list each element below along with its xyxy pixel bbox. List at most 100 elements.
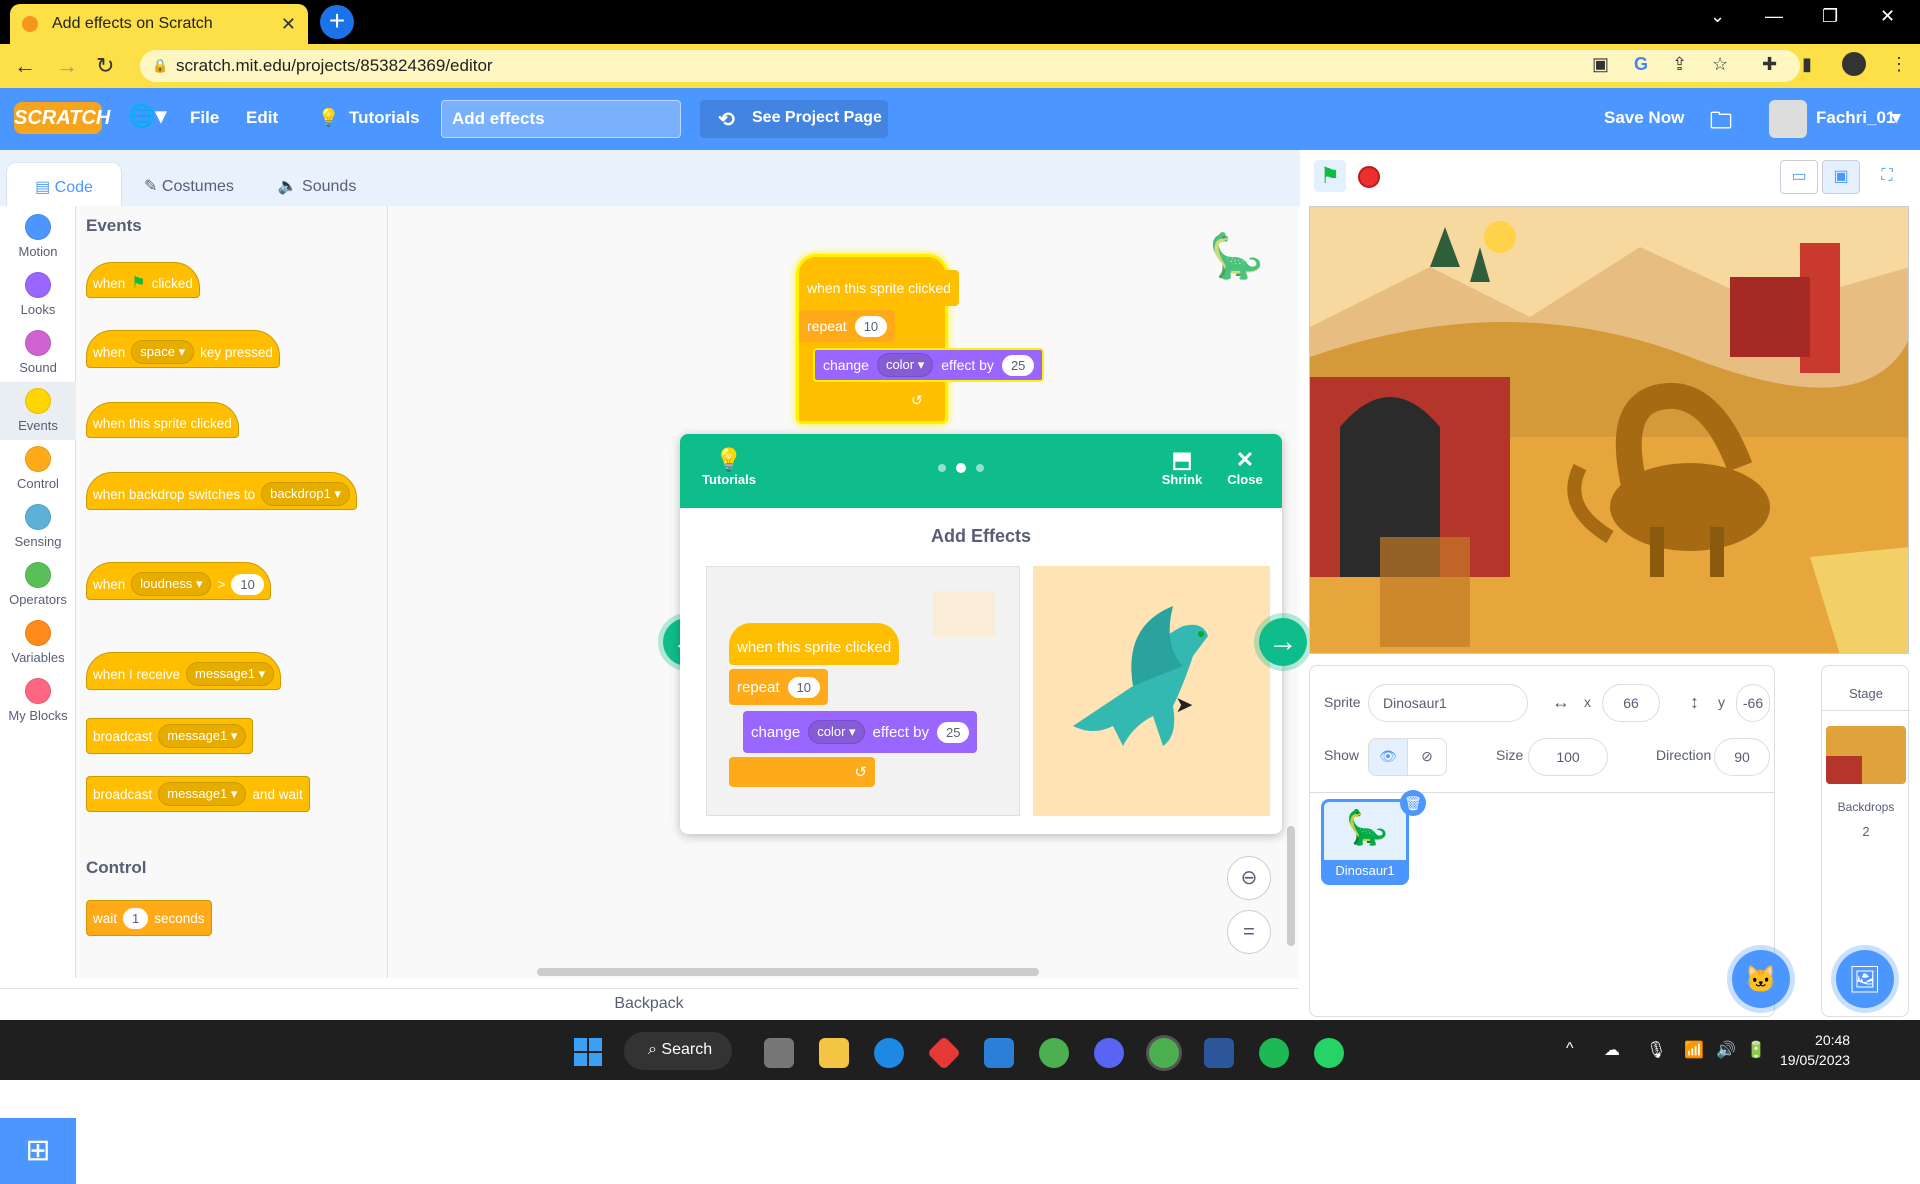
stage-canvas[interactable] <box>1309 206 1909 654</box>
category-sound[interactable]: Sound <box>0 330 76 375</box>
bookmark-star-icon[interactable]: ☆ <box>1712 54 1728 75</box>
chrome-icon[interactable] <box>1039 1038 1069 1068</box>
username-menu[interactable]: Fachri_01 <box>1816 108 1895 128</box>
shrink-button[interactable]: ⬒ Shrink <box>1154 448 1210 488</box>
file-explorer-icon[interactable] <box>819 1038 849 1068</box>
spotify-icon[interactable] <box>1259 1038 1289 1068</box>
script-repeat-block[interactable]: repeat 10 <box>799 310 896 342</box>
category-variables[interactable]: Variables <box>0 620 76 665</box>
sidepanel-icon[interactable]: ▮ <box>1802 54 1812 75</box>
when-key-pressed-block[interactable]: when space ▾ key pressed <box>86 330 280 368</box>
tutorials-button[interactable]: 💡 Tutorials <box>694 448 764 488</box>
delete-sprite-button[interactable]: 🗑 <box>1400 790 1426 816</box>
whatsapp-icon[interactable] <box>1314 1038 1344 1068</box>
tray-chevron-icon[interactable]: ^ <box>1566 1040 1574 1058</box>
green-flag-button[interactable]: ⚑ <box>1314 160 1346 192</box>
word-icon[interactable] <box>1204 1038 1234 1068</box>
broadcast-and-wait-block[interactable]: broadcast message1 ▾ and wait <box>86 776 310 812</box>
message-dropdown[interactable]: message1 ▾ <box>186 662 275 686</box>
tab-sounds[interactable]: 🔈 Sounds <box>256 162 378 206</box>
category-operators[interactable]: Operators <box>0 562 76 607</box>
url-field[interactable]: 🔒 scratch.mit.edu/projects/853824369/edi… <box>140 50 1800 82</box>
cast-icon[interactable]: ▣ <box>1592 54 1609 75</box>
script-hat-block[interactable]: when this sprite clicked <box>799 270 959 306</box>
volume-icon[interactable]: 🔊 <box>1716 1040 1736 1060</box>
show-visible-button[interactable]: 👁 <box>1368 738 1408 776</box>
add-extension-button[interactable]: ⊞ <box>0 1118 76 1184</box>
scratch-logo[interactable]: SCRATCH <box>14 102 110 134</box>
workspace-hscroll[interactable] <box>537 968 1039 976</box>
tutorial-next-arrow-button[interactable]: → <box>1254 613 1312 671</box>
chrome-active-icon[interactable] <box>1149 1038 1179 1068</box>
language-globe-icon[interactable]: 🌐▾ <box>128 103 166 129</box>
wait-number-input[interactable]: 1 <box>123 907 149 929</box>
battery-icon[interactable]: 🔋 <box>1746 1040 1766 1060</box>
tab-costumes[interactable]: ✎ Costumes <box>124 162 254 206</box>
category-my-blocks[interactable]: My Blocks <box>0 678 76 723</box>
y-input[interactable]: -66 <box>1736 684 1770 722</box>
show-hidden-button[interactable]: ⊘ <box>1407 738 1447 776</box>
task-view-icon[interactable] <box>764 1038 794 1068</box>
category-motion[interactable]: Motion <box>0 214 76 259</box>
fullscreen-button[interactable]: ⛶ <box>1868 160 1906 194</box>
repeat-number-input[interactable]: 10 <box>854 315 888 337</box>
category-looks[interactable]: Looks <box>0 272 76 317</box>
user-avatar[interactable] <box>1769 100 1807 138</box>
workspace-vscroll[interactable] <box>1287 826 1295 946</box>
microphone-icon[interactable]: 🎙 <box>1646 1040 1666 1060</box>
wifi-icon[interactable]: 📶 <box>1684 1040 1704 1060</box>
restore-icon[interactable]: ❐ <box>1822 6 1838 27</box>
window-close-icon[interactable]: ✕ <box>1880 6 1895 27</box>
tab-search-icon[interactable]: ⌄ <box>1710 6 1725 27</box>
size-input[interactable]: 100 <box>1528 738 1608 776</box>
vscode-icon[interactable] <box>984 1038 1014 1068</box>
when-loudness-block[interactable]: when loudness ▾ > 10 <box>86 562 271 600</box>
user-caret-icon[interactable]: ▾ <box>1892 108 1901 128</box>
new-tab-button[interactable]: + <box>320 5 354 39</box>
google-icon[interactable]: G <box>1634 54 1648 75</box>
x-input[interactable]: 66 <box>1602 684 1660 722</box>
browser-menu-icon[interactable]: ⋮ <box>1890 54 1908 75</box>
loudness-dropdown[interactable]: loudness ▾ <box>131 572 212 596</box>
broadcast-dropdown[interactable]: message1 ▾ <box>158 724 247 748</box>
forward-icon[interactable]: → <box>56 53 78 79</box>
browser-tab[interactable]: Add effects on Scratch ✕ <box>10 4 308 44</box>
project-title-input[interactable]: Add effects <box>441 100 681 138</box>
sprite-tile-dinosaur1[interactable]: 🦕 Dinosaur1 🗑 <box>1321 790 1426 885</box>
broadcast-block[interactable]: broadcast message1 ▾ <box>86 718 254 754</box>
taskbar-clock[interactable]: 20:48 19/05/2023 <box>1780 1030 1850 1070</box>
script-change-effect-block[interactable]: change color ▾ effect by 25 <box>813 348 1045 382</box>
effect-number-input[interactable]: 25 <box>1001 354 1035 376</box>
broadcast-wait-dropdown[interactable]: message1 ▾ <box>158 782 247 806</box>
windows-start-icon[interactable] <box>574 1038 602 1066</box>
onedrive-cloud-icon[interactable]: ☁ <box>1604 1040 1620 1060</box>
file-menu[interactable]: File <box>190 108 219 128</box>
tab-code[interactable]: ▤ Code <box>6 162 122 206</box>
my-stuff-folder-icon[interactable]: 🗀 <box>1710 104 1732 142</box>
when-flag-clicked-block[interactable]: when ⚑ clicked <box>86 262 200 298</box>
effect-dropdown[interactable]: color ▾ <box>876 353 934 377</box>
close-button[interactable]: ✕ Close <box>1220 448 1270 488</box>
when-this-sprite-clicked-block[interactable]: when this sprite clicked <box>86 402 239 438</box>
choose-backdrop-button[interactable]: 🖼 <box>1836 950 1894 1008</box>
when-i-receive-block[interactable]: when I receive message1 ▾ <box>86 652 282 690</box>
loudness-number-input[interactable]: 10 <box>231 573 264 595</box>
profile-avatar-icon[interactable] <box>1842 52 1866 76</box>
minimize-icon[interactable]: — <box>1765 6 1783 27</box>
reload-icon[interactable]: ↻ <box>96 53 114 79</box>
taskbar-search[interactable]: ⌕ Search <box>624 1032 732 1070</box>
choose-sprite-button[interactable]: 🐱 <box>1732 950 1790 1008</box>
backpack[interactable]: Backpack <box>0 988 1298 1018</box>
category-events[interactable]: Events <box>0 382 76 440</box>
direction-input[interactable]: 90 <box>1714 738 1770 776</box>
save-now-button[interactable]: Save Now <box>1604 108 1684 128</box>
lock-icon[interactable]: 🔒 <box>152 58 168 74</box>
category-control[interactable]: Control <box>0 446 76 491</box>
wait-seconds-block[interactable]: wait 1 seconds <box>86 900 212 936</box>
discord-icon[interactable] <box>1094 1038 1124 1068</box>
share-icon[interactable]: ⇪ <box>1672 54 1687 75</box>
step-dot-active[interactable] <box>956 463 966 473</box>
tutorials-menu[interactable]: Tutorials <box>349 108 420 128</box>
extensions-icon[interactable]: ✚ <box>1762 54 1777 75</box>
edit-menu[interactable]: Edit <box>246 108 278 128</box>
